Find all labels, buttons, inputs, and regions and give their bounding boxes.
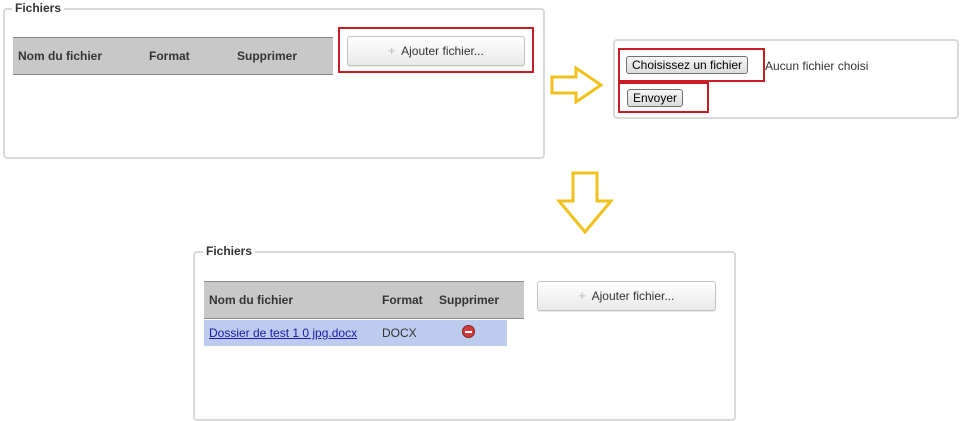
- no-file-chosen-text: Aucun fichier choisi: [765, 59, 869, 73]
- arrow-right-icon: [550, 66, 604, 104]
- delete-icon[interactable]: [462, 325, 475, 338]
- plus-icon: +: [388, 44, 396, 58]
- column-header-filename: Nom du fichier: [209, 293, 294, 307]
- column-header-delete: Supprimer: [237, 49, 298, 63]
- table-row: Dossier de test 1 0 jpg.docx DOCX: [204, 320, 507, 346]
- add-file-button[interactable]: + Ajouter fichier...: [537, 281, 716, 311]
- arrow-down-icon: [556, 171, 614, 235]
- file-name-link[interactable]: Dossier de test 1 0 jpg.docx: [209, 326, 357, 340]
- files-table-header: Nom du fichier Format Supprimer: [204, 281, 524, 319]
- add-file-button[interactable]: + Ajouter fichier...: [347, 36, 525, 66]
- add-file-button-label: Ajouter fichier...: [401, 44, 484, 58]
- plus-icon: +: [578, 289, 586, 303]
- column-header-format: Format: [149, 49, 190, 63]
- column-header-filename: Nom du fichier: [18, 49, 103, 63]
- column-header-format: Format: [382, 293, 423, 307]
- add-file-button-label: Ajouter fichier...: [591, 289, 675, 303]
- choose-file-button[interactable]: Choisissez un fichier: [626, 56, 749, 74]
- file-format: DOCX: [382, 326, 417, 340]
- fieldset-legend: Fichiers: [12, 1, 65, 15]
- column-header-delete: Supprimer: [439, 293, 500, 307]
- send-button[interactable]: Envoyer: [627, 89, 684, 107]
- fieldset-legend: Fichiers: [203, 244, 256, 258]
- files-table-header: Nom du fichier Format Supprimer: [13, 37, 333, 75]
